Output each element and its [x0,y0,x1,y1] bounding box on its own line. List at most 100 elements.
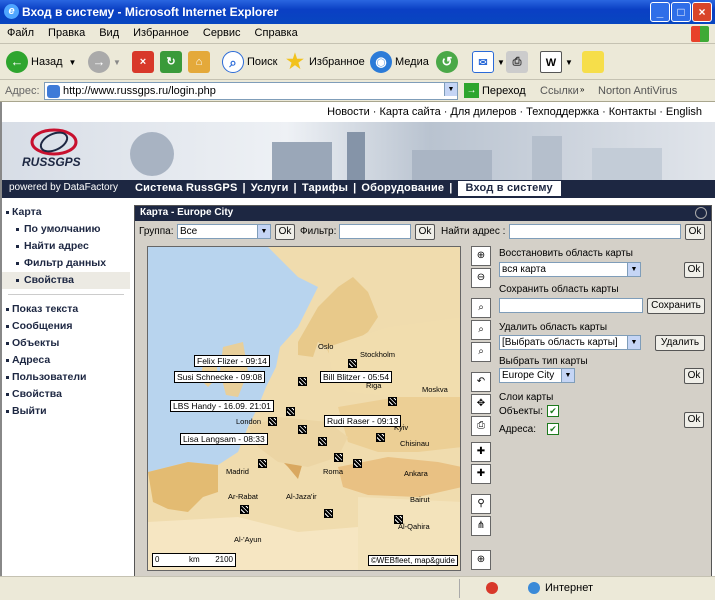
menu-favorites[interactable]: Избранное [126,24,196,39]
vehicle-marker[interactable] [376,433,385,442]
norton-antivirus[interactable]: Norton AntiVirus [598,85,677,97]
vehicle-marker[interactable] [388,397,397,406]
pan-icon[interactable]: ✥ [471,394,491,414]
chevron-down-icon[interactable]: ▼ [497,58,505,67]
menu-file[interactable]: Файл [0,24,41,39]
chevron-down-icon[interactable]: ▼ [444,83,457,96]
objects-layer-checkbox[interactable]: ✔ [547,405,559,417]
chevron-down-icon[interactable]: ▼ [565,58,573,67]
refresh-icon[interactable] [695,207,707,219]
map-type-select[interactable]: Europe City ▼ [499,368,575,383]
save-button[interactable]: Сохранить [647,298,705,314]
topnav-support[interactable]: Техподдержка [526,106,599,118]
sidebar-item-messages[interactable]: Сообщения [2,318,130,335]
topnav-contacts[interactable]: Контакты [609,106,657,118]
word-button[interactable]: W ▼ [540,49,573,75]
vehicle-marker[interactable] [268,417,277,426]
address-input[interactable]: http://www.russgps.ru/login.php ▼ [44,82,458,100]
group-select[interactable]: Все ▼ [177,224,271,239]
vehicle-label[interactable]: Rudi Raser - 09:13 [324,415,402,427]
search-button[interactable]: ⌕ Поиск [222,49,277,75]
map-type-ok-button[interactable]: Ok [684,368,704,384]
stop-button[interactable]: × [132,49,157,75]
zoom-in-icon[interactable]: ⊕ [471,246,491,266]
vehicle-marker[interactable] [240,505,249,514]
nav-tariffs[interactable]: Тарифы [302,182,348,194]
filter-ok-button[interactable]: Ok [415,224,435,240]
group-ok-button[interactable]: Ok [275,224,295,240]
chevron-down-icon[interactable]: ▼ [69,58,77,67]
privacy-icon[interactable] [486,582,498,594]
vehicle-label[interactable]: Susi Schnecke - 09:08 [174,371,266,383]
add-point-icon[interactable]: ✚ [471,442,491,462]
layers-ok-button[interactable]: Ok [684,412,704,428]
menu-help[interactable]: Справка [248,24,305,39]
back-button[interactable]: ← Назад ▼ [6,49,76,75]
map-canvas[interactable]: Oslo Stockholm Riga Moskva London Kyiv C… [147,246,461,571]
address-ok-button[interactable]: Ok [685,224,705,240]
save-area-input[interactable] [499,298,643,313]
vehicle-marker[interactable] [394,515,403,524]
route-icon[interactable]: ⋔ [471,516,491,536]
sidebar-item-show-text[interactable]: Показ текста [2,301,130,318]
nav-services[interactable]: Услуги [251,182,289,194]
sidebar-item-objects[interactable]: Объекты [2,335,130,352]
undo-icon[interactable]: ↶ [471,372,491,392]
sidebar-item-properties[interactable]: Свойства [2,272,130,289]
restore-area-select[interactable]: вся карта ▼ [499,262,641,277]
mail-button[interactable]: ✉ ▼ [472,49,505,75]
zoom-area-icon[interactable]: ⌕ [471,298,491,318]
zoom-select-icon[interactable]: ⌕ [471,320,491,340]
vehicle-marker[interactable] [298,425,307,434]
menu-view[interactable]: Вид [92,24,126,39]
nav-system[interactable]: Система RussGPS [135,182,237,194]
sidebar-item-find-address[interactable]: Найти адрес [2,238,130,255]
links-label[interactable]: Ссылки [540,85,579,97]
sidebar-item-logout[interactable]: Выйти [2,403,130,420]
center-icon[interactable]: ⊕ [471,550,491,570]
vehicle-marker[interactable] [348,359,357,368]
menu-tools[interactable]: Сервис [196,24,248,39]
vehicle-marker[interactable] [318,437,327,446]
delete-button[interactable]: Удалить [655,335,705,351]
sidebar-item-settings[interactable]: Свойства [2,386,130,403]
zoom-out-icon[interactable]: ⊖ [471,268,491,288]
sidebar-item-addresses[interactable]: Адреса [2,352,130,369]
nav-equipment[interactable]: Оборудование [361,182,444,194]
delete-area-select[interactable]: [Выбрать область карты] ▼ [499,335,641,350]
chevron-down-icon[interactable]: ▼ [113,58,121,67]
favorites-button[interactable]: ★ Избранное [284,49,365,75]
vehicle-marker[interactable] [286,407,295,416]
binoculars-icon[interactable]: ⚲ [471,494,491,514]
go-button[interactable]: → Переход [464,83,526,98]
sidebar-item-default[interactable]: По умолчанию [2,221,130,238]
vehicle-label[interactable]: Lisa Langsam - 08:33 [180,433,268,445]
media-button[interactable]: ◉ Медиа [370,49,429,75]
vehicle-marker[interactable] [353,459,362,468]
close-button[interactable]: × [692,2,712,22]
vehicle-label[interactable]: Bill Blitzer - 05:54 [320,371,393,383]
refresh-button[interactable]: ↻ [160,49,185,75]
russgps-logo[interactable]: RUSSGPS [18,126,90,170]
zoom-fit-icon[interactable]: ⌕ [471,342,491,362]
sidebar-item-users[interactable]: Пользователи [2,369,130,386]
vehicle-marker[interactable] [258,459,267,468]
minimize-button[interactable]: _ [650,2,670,22]
add-route-icon[interactable]: ✚ [471,464,491,484]
print-button[interactable]: ⎙ [506,49,531,75]
chevron-double-icon[interactable]: » [580,85,584,94]
topnav-news[interactable]: Новости [327,106,370,118]
vehicle-marker[interactable] [324,509,333,518]
topnav-dealers[interactable]: Для дилеров [450,106,516,118]
topnav-sitemap[interactable]: Карта сайта [379,106,440,118]
history-button[interactable]: ↺ [436,49,461,75]
maximize-button[interactable]: □ [671,2,691,22]
menu-edit[interactable]: Правка [41,24,92,39]
find-address-input[interactable] [509,224,681,239]
addresses-layer-checkbox[interactable]: ✔ [547,423,559,435]
restore-ok-button[interactable]: Ok [684,262,704,278]
vehicle-marker[interactable] [334,453,343,462]
vehicle-label[interactable]: LBS Handy - 16.09. 21:01 [170,400,274,412]
vehicle-label[interactable]: Felix Flizer - 09:14 [194,355,270,367]
nav-login[interactable]: Вход в систему [457,181,561,196]
